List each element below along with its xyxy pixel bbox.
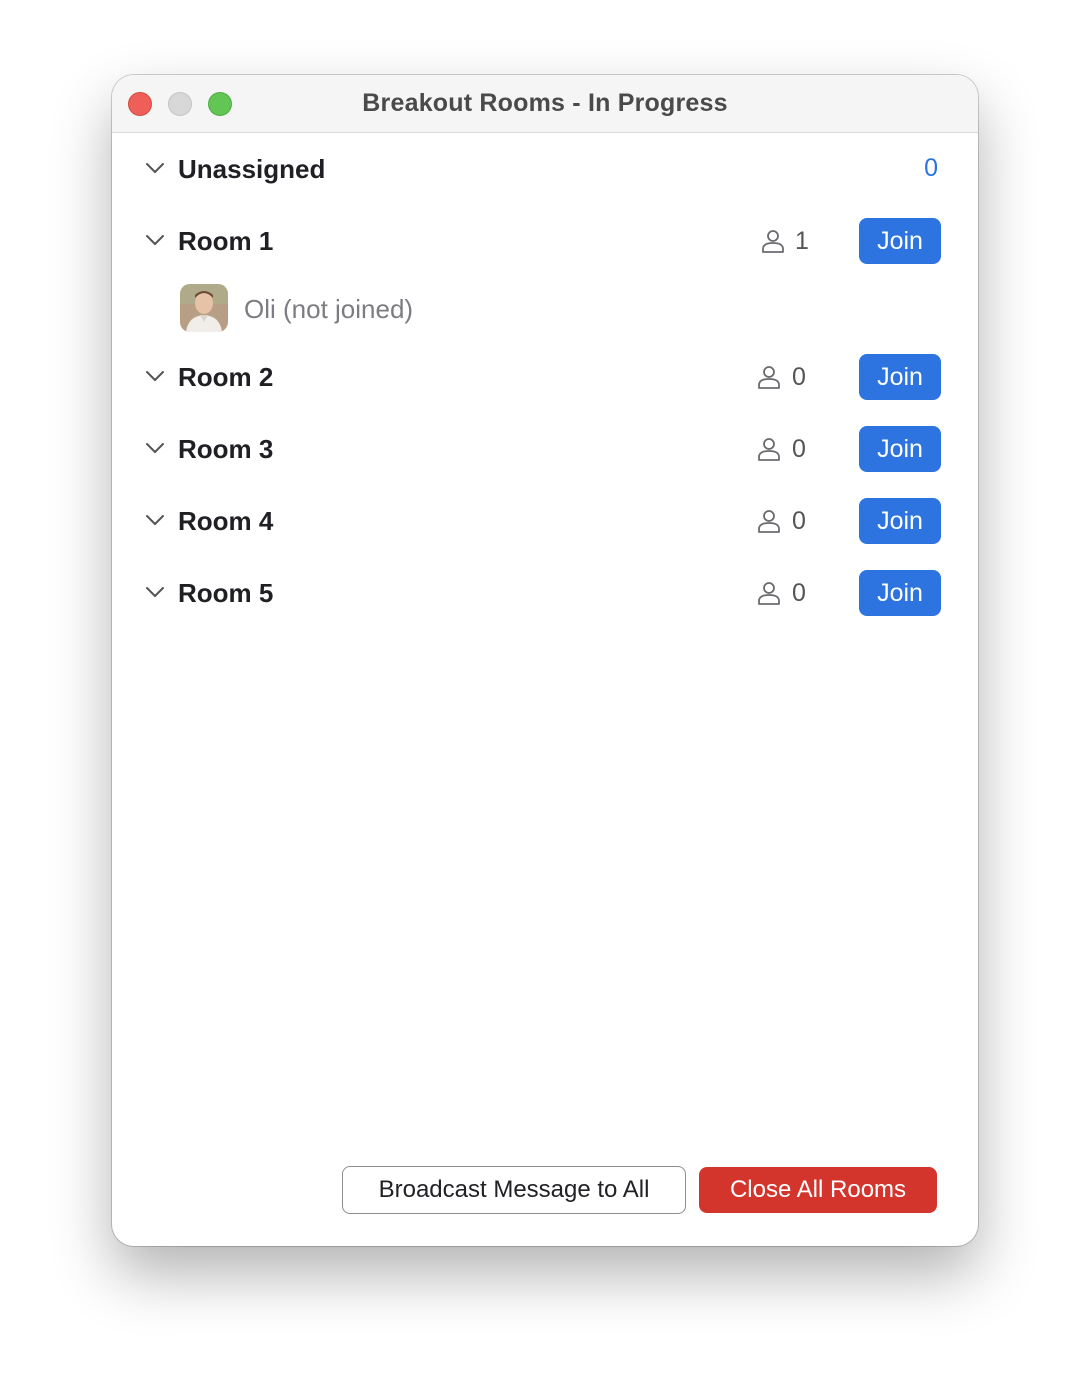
- chevron-down-icon[interactable]: [144, 581, 166, 603]
- chevron-down-icon[interactable]: [144, 509, 166, 531]
- room-label: Room 5: [178, 578, 274, 608]
- room-participant-count: 0: [792, 579, 806, 607]
- chevron-down-icon[interactable]: [144, 229, 166, 251]
- chevron-down-icon[interactable]: [144, 365, 166, 387]
- join-button[interactable]: Join: [859, 218, 941, 264]
- room-participant-count: 1: [795, 227, 809, 255]
- room-participant-count: 0: [792, 507, 806, 535]
- room-label: Room 1: [178, 226, 274, 256]
- room-row[interactable]: Room 5 0 Join: [112, 569, 978, 617]
- person-icon: [758, 582, 780, 605]
- room-label: Room 3: [178, 434, 274, 464]
- chevron-down-icon[interactable]: [144, 157, 166, 179]
- unassigned-count: 0: [924, 154, 938, 182]
- room-label: Room 4: [178, 506, 274, 536]
- person-icon: [758, 510, 780, 533]
- room-row[interactable]: Room 4 0 Join: [112, 497, 978, 545]
- join-button[interactable]: Join: [859, 354, 941, 400]
- room-row[interactable]: Room 1 1 Join: [112, 217, 978, 265]
- join-button[interactable]: Join: [859, 426, 941, 472]
- participant-item: Oli (not joined): [180, 284, 580, 334]
- room-participant-count: 0: [792, 363, 806, 391]
- room-label: Room 2: [178, 362, 274, 392]
- title-bar: Breakout Rooms - In Progress: [112, 75, 978, 133]
- avatar: [180, 284, 228, 332]
- unassigned-row[interactable]: Unassigned 0: [112, 145, 978, 193]
- unassigned-label: Unassigned: [178, 154, 326, 184]
- person-icon: [762, 230, 784, 253]
- broadcast-message-button[interactable]: Broadcast Message to All: [342, 1166, 686, 1214]
- person-icon: [758, 366, 780, 389]
- chevron-down-icon[interactable]: [144, 437, 166, 459]
- window-title: Breakout Rooms - In Progress: [362, 89, 728, 117]
- participant-name: Oli (not joined): [244, 294, 414, 324]
- close-all-rooms-button[interactable]: Close All Rooms: [699, 1167, 937, 1213]
- join-button[interactable]: Join: [859, 498, 941, 544]
- room-row[interactable]: Room 3 0 Join: [112, 425, 978, 473]
- room-row[interactable]: Room 2 0 Join: [112, 353, 978, 401]
- person-icon: [758, 438, 780, 461]
- join-button[interactable]: Join: [859, 570, 941, 616]
- breakout-rooms-window: Breakout Rooms - In Progress Unassigned …: [112, 75, 978, 1246]
- room-participant-count: 0: [792, 435, 806, 463]
